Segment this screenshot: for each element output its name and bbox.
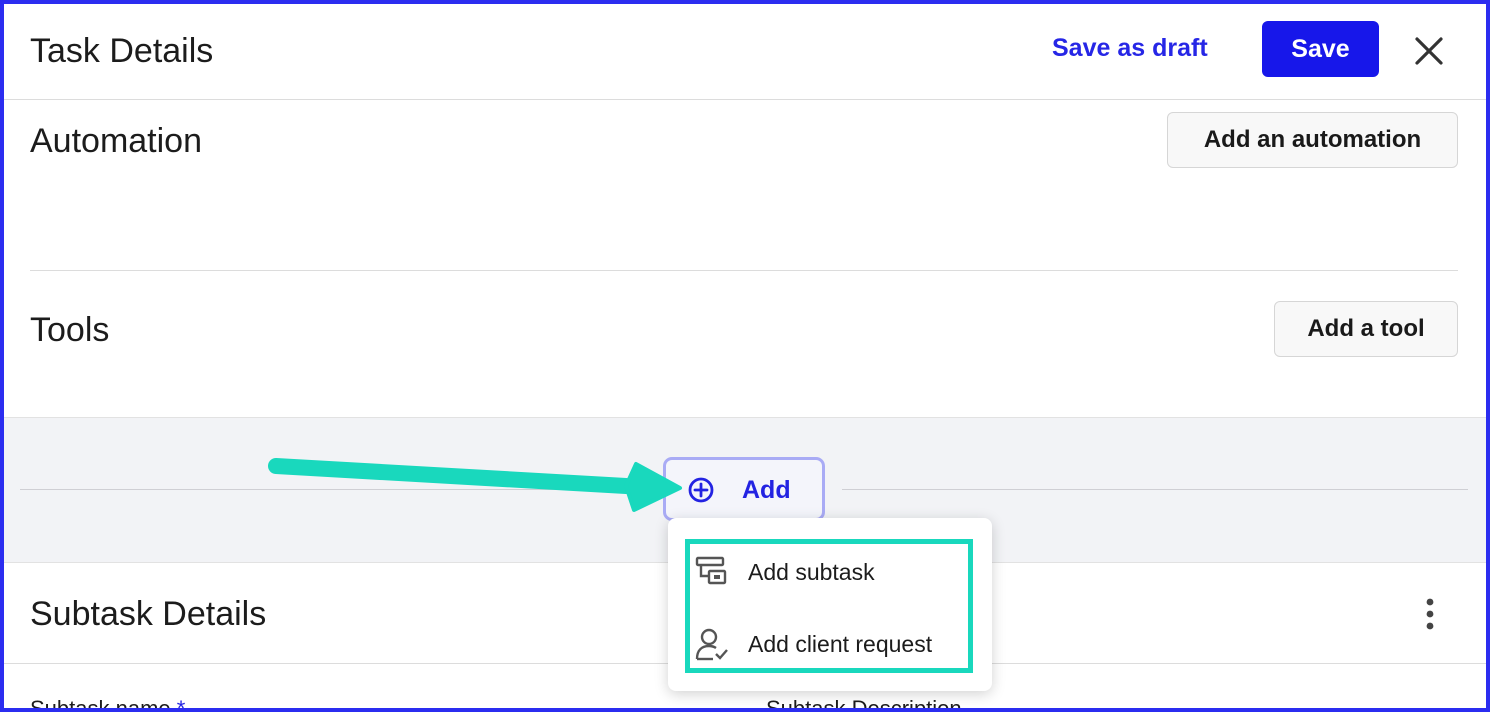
menu-item-label: Add subtask (748, 558, 875, 585)
menu-item-add-client-request[interactable]: Add client request (694, 620, 964, 668)
subtask-description-label: Subtask Description (766, 696, 962, 712)
add-automation-button[interactable]: Add an automation (1167, 112, 1458, 168)
kebab-menu-icon[interactable] (1421, 596, 1439, 632)
task-details-panel: Task Details Save as draft Save Automati… (0, 0, 1490, 712)
menu-item-add-subtask[interactable]: Add subtask (694, 548, 964, 596)
client-request-icon (695, 628, 728, 661)
panel-header: Task Details Save as draft Save (4, 4, 1486, 100)
subtask-name-text: Subtask name (30, 696, 171, 712)
add-button-label: Add (742, 476, 791, 504)
add-dropdown-menu: Add subtask Add client request (668, 518, 992, 691)
subtask-section-title: Subtask Details (30, 595, 267, 633)
band-divider-left (20, 489, 663, 490)
subtask-name-label: Subtask name * (30, 696, 186, 712)
section-divider (30, 270, 1458, 271)
add-tool-button[interactable]: Add a tool (1274, 301, 1458, 357)
automation-section-title: Automation (30, 122, 202, 160)
menu-item-label: Add client request (748, 630, 933, 657)
save-as-draft-button[interactable]: Save as draft (1052, 34, 1208, 63)
subtask-icon (695, 556, 727, 585)
plus-circle-icon (688, 477, 714, 503)
save-button[interactable]: Save (1262, 21, 1379, 77)
add-button[interactable]: Add (663, 457, 825, 521)
tools-section-title: Tools (30, 311, 110, 349)
page-title: Task Details (30, 32, 214, 70)
required-marker: * (176, 696, 186, 712)
close-icon[interactable] (1412, 34, 1446, 68)
band-divider-right (842, 489, 1468, 490)
